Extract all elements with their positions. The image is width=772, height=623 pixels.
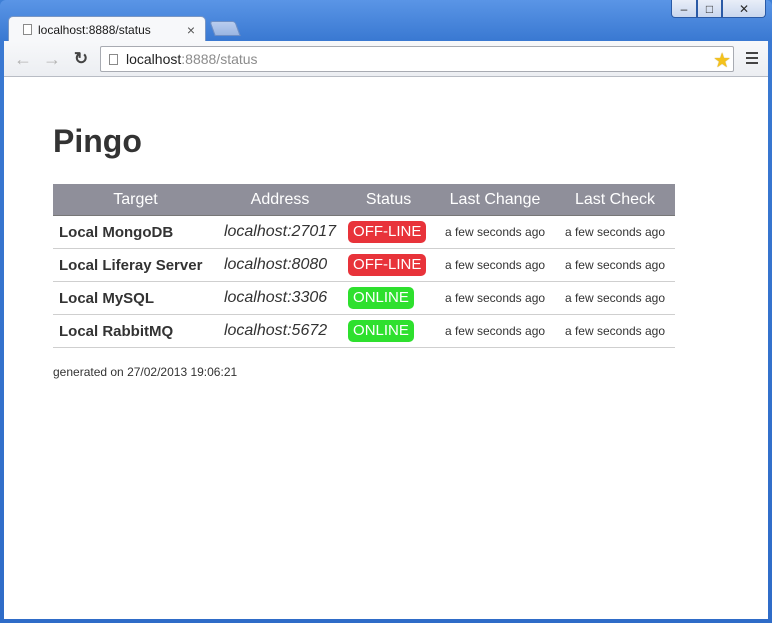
column-header-last-check: Last Check: [555, 184, 675, 216]
last-change-cell: a few seconds ago: [435, 215, 555, 249]
target-cell: Local Liferay Server: [53, 248, 218, 282]
status-badge: OFF-LINE: [348, 221, 427, 243]
page-icon: [109, 53, 118, 65]
table-row: Local Liferay Server localhost:8080 OFF-…: [53, 248, 675, 282]
column-header-target: Target: [53, 184, 218, 216]
browser-tab[interactable]: localhost:8888/status ×: [8, 16, 206, 42]
arrow-right-icon[interactable]: →: [41, 48, 63, 70]
column-header-address: Address: [217, 184, 343, 216]
table-row: Local RabbitMQ localhost:5672 ONLINE a f…: [53, 314, 675, 348]
page-title: Pingo: [53, 123, 142, 159]
column-header-status: Status: [342, 184, 436, 216]
reload-icon[interactable]: ↻: [70, 48, 92, 70]
last-check-cell: a few seconds ago: [555, 314, 675, 348]
new-tab-button[interactable]: [209, 21, 241, 36]
table-row: Local MySQL localhost:3306 ONLINE a few …: [53, 281, 675, 315]
last-change-cell: a few seconds ago: [435, 248, 555, 282]
address-cell: localhost:8080: [217, 248, 343, 282]
column-header-last-change: Last Change: [435, 184, 555, 216]
target-cell: Local MongoDB: [53, 215, 218, 249]
tab-title: localhost:8888/status: [38, 22, 151, 37]
address-bar[interactable]: localhost:8888/status ★: [100, 46, 734, 72]
menu-icon[interactable]: [744, 48, 762, 68]
status-cell: OFF-LINE: [342, 248, 436, 282]
page-content: Pingo Target Address Status Last Change …: [4, 77, 768, 619]
target-cell: Local RabbitMQ: [53, 314, 218, 348]
status-cell: OFF-LINE: [342, 215, 436, 249]
table-row: Local MongoDB localhost:27017 OFF-LINE a…: [53, 215, 675, 249]
target-cell: Local MySQL: [53, 281, 218, 315]
address-cell: localhost:27017: [217, 215, 343, 249]
status-badge: OFF-LINE: [348, 254, 427, 276]
status-badge: ONLINE: [348, 287, 414, 309]
browser-window: ‒ □ ✕ localhost:8888/status × ← → ↻ loca…: [0, 0, 772, 623]
url-host: localhost: [126, 51, 182, 67]
url-path: :8888/status: [181, 51, 258, 67]
url-text: localhost:8888/status: [126, 51, 258, 67]
status-cell: ONLINE: [342, 281, 436, 315]
minimize-button[interactable]: ‒: [671, 0, 697, 18]
maximize-button[interactable]: □: [697, 0, 722, 18]
status-badge: ONLINE: [348, 320, 414, 342]
last-change-cell: a few seconds ago: [435, 281, 555, 315]
address-cell: localhost:3306: [217, 281, 343, 315]
table-header-row: Target Address Status Last Change Last C…: [53, 184, 675, 216]
address-cell: localhost:5672: [217, 314, 343, 348]
browser-toolbar: ← → ↻ localhost:8888/status ★: [4, 41, 768, 77]
close-window-button[interactable]: ✕: [722, 0, 766, 18]
star-icon[interactable]: ★: [713, 48, 731, 73]
last-check-cell: a few seconds ago: [555, 281, 675, 315]
status-cell: ONLINE: [342, 314, 436, 348]
last-change-cell: a few seconds ago: [435, 314, 555, 348]
arrow-left-icon[interactable]: ←: [12, 48, 34, 70]
tab-close-icon[interactable]: ×: [187, 22, 195, 38]
generated-timestamp: generated on 27/02/2013 19:06:21: [53, 365, 238, 379]
last-check-cell: a few seconds ago: [555, 248, 675, 282]
page-icon: [23, 24, 32, 35]
last-check-cell: a few seconds ago: [555, 215, 675, 249]
window-controls: ‒ □ ✕: [671, 0, 766, 18]
status-table: Target Address Status Last Change Last C…: [53, 184, 675, 348]
